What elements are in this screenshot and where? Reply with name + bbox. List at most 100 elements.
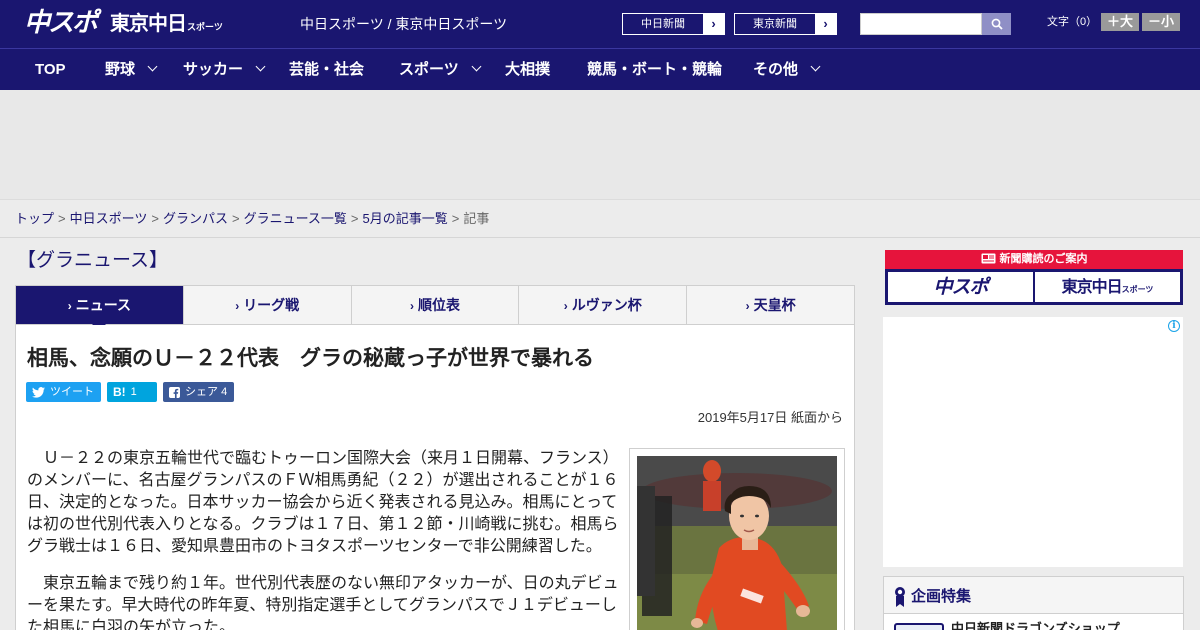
search-icon xyxy=(991,18,1003,30)
newspaper-icon xyxy=(981,253,995,264)
sidebar-ad[interactable]: i xyxy=(883,317,1183,567)
tab-league[interactable]: › リーグ戦 xyxy=(184,286,352,324)
article-text: Ｕ－２２の東京五輪世代で臨むトゥーロン国際大会（来月１日開幕、フランス）のメンバ… xyxy=(27,448,620,630)
chevron-right-icon: › xyxy=(815,14,836,34)
chunichi-shimbun-label: 中日新聞 xyxy=(641,18,685,30)
nav-item-sports[interactable]: スポーツ xyxy=(399,49,482,91)
nav-item-entertainment[interactable]: 芸能・社会 xyxy=(289,49,364,91)
ad-info-icon[interactable]: i xyxy=(1168,320,1180,332)
breadcrumb: トップ > 中日スポーツ > グランパス > グラニュース一覧 >5月の記事一覧 > 記事 xyxy=(0,200,1200,238)
tab-label: 天皇杯 xyxy=(753,297,796,313)
hatena-count: 1 xyxy=(130,386,137,398)
chevron-right-icon: › xyxy=(745,299,750,313)
section-title: 【グラニュース】 xyxy=(17,250,169,271)
subscribe-chuspo-logo[interactable]: 中スポ xyxy=(888,272,1033,302)
article-headline: 相馬、念願のＵ－２２代表 グラの秘蔵っ子が世界で暴れる xyxy=(27,347,594,370)
chevron-down-icon xyxy=(471,61,482,72)
facebook-icon xyxy=(169,386,180,398)
article-date: 2019年5月17日 紙面から xyxy=(697,410,843,425)
breadcrumb-separator: > xyxy=(151,211,159,226)
site-header: 中スポ 東京中日スポーツ 中日スポーツ / 東京中日スポーツ 中日新聞 › 東京… xyxy=(0,0,1200,48)
breadcrumb-separator: > xyxy=(451,211,460,226)
article-paragraph: 東京五輪まで残り約１年。世代別代表歴のない無印アタッカーが、日の丸デビューを果た… xyxy=(27,575,619,630)
tokyo-chunichi-logo-text: 東京中日 xyxy=(110,11,187,35)
share-count: 4 xyxy=(221,386,228,398)
nav-item-label: 芸能・社会 xyxy=(289,61,365,78)
feature-item[interactable]: 中日新聞ドラゴンズショップ xyxy=(884,613,1183,630)
font-larger-button[interactable]: ＋大 xyxy=(1101,13,1139,31)
facebook-share-button[interactable]: シェア 4 xyxy=(163,382,234,402)
twitter-bird-icon xyxy=(32,386,45,398)
nav-item-label: サッカー xyxy=(183,61,244,78)
feature-title-label: 企画特集 xyxy=(911,588,972,605)
player-photo-image xyxy=(637,456,837,630)
chevron-down-icon xyxy=(147,61,158,72)
search-input[interactable] xyxy=(860,13,982,35)
tokyo-chunichi-logo[interactable]: 東京中日スポーツ xyxy=(110,10,223,41)
breadcrumb-link-gra-news-list[interactable]: グラニュース一覧 xyxy=(244,211,347,226)
nav-item-racing[interactable]: 競馬・ボート・競輪 xyxy=(587,49,722,91)
nav-item-other[interactable]: その他 xyxy=(753,49,821,91)
share-label: シェア xyxy=(185,386,218,398)
hatena-bookmark-icon: B! xyxy=(113,385,126,399)
nav-item-soccer[interactable]: サッカー xyxy=(183,49,266,91)
subscribe-tokyo-chunichi-text: 東京中日 xyxy=(1061,277,1123,296)
chevron-right-icon: › xyxy=(67,299,72,313)
category-tabs: › ニュース › リーグ戦 › 順位表 › ルヴァン杯 › 天皇杯 xyxy=(15,285,855,331)
search-button[interactable] xyxy=(982,13,1011,35)
breadcrumb-link-may-articles[interactable]: 5月の記事一覧 xyxy=(363,211,448,226)
chevron-down-icon xyxy=(255,61,266,72)
feature-item-label: 中日新聞ドラゴンズショップ xyxy=(951,621,1120,630)
article-body: Ｕ－２２の東京五輪世代で臨むトゥーロン国際大会（来月１日開幕、フランス）のメンバ… xyxy=(15,437,855,630)
subscription-banner-title: 新聞購読のご案内 xyxy=(999,253,1088,265)
feature-box: 企画特集 中日新聞ドラゴンズショップ xyxy=(883,576,1184,630)
nav-item-label: 大相撲 xyxy=(505,61,551,78)
subscribe-tokyo-chunichi-sub: スポーツ xyxy=(1121,285,1154,294)
tweet-button[interactable]: ツイート xyxy=(26,382,101,402)
tab-label: リーグ戦 xyxy=(243,297,300,313)
nav-item-sumo[interactable]: 大相撲 xyxy=(505,49,550,91)
tab-label: ニュース xyxy=(75,297,132,313)
subscription-banner[interactable]: 新聞購読のご案内 中スポ 東京中日スポーツ xyxy=(885,250,1183,305)
subscribe-tokyo-chunichi-logo[interactable]: 東京中日スポーツ xyxy=(1035,272,1180,302)
tab-levain-cup[interactable]: › ルヴァン杯 xyxy=(519,286,688,324)
feature-item-thumbnail xyxy=(894,623,944,630)
breadcrumb-separator: > xyxy=(231,211,240,226)
breadcrumb-link-grampus[interactable]: グランパス xyxy=(163,211,228,226)
ribbon-icon xyxy=(895,587,905,607)
tweet-label: ツイート xyxy=(50,386,94,398)
chunichi-shimbun-button[interactable]: 中日新聞 › xyxy=(622,13,725,35)
tab-label: 順位表 xyxy=(417,297,460,313)
font-size-label: 文字（0） xyxy=(1047,16,1098,28)
top-ad-area xyxy=(0,90,1200,200)
tab-news[interactable]: › ニュース xyxy=(16,286,184,331)
chevron-down-icon xyxy=(810,61,821,72)
breadcrumb-current: 記事 xyxy=(463,211,490,226)
tokyo-chunichi-logo-sub: スポーツ xyxy=(187,23,223,33)
breadcrumb-separator: > xyxy=(58,211,66,226)
article-photo[interactable] xyxy=(637,456,837,630)
breadcrumb-link-top[interactable]: トップ xyxy=(15,211,54,226)
breadcrumb-link-chunichi-sports[interactable]: 中日スポーツ xyxy=(70,211,148,226)
main-nav: TOP 野球 サッカー 芸能・社会 スポーツ 大相撲 競馬・ボート・競輪 その他 xyxy=(0,48,1200,90)
hatena-bookmark-button[interactable]: B! 1 xyxy=(107,382,157,402)
chevron-right-icon: › xyxy=(563,299,568,313)
nav-item-label: その他 xyxy=(753,61,799,78)
tab-label: ルヴァン杯 xyxy=(571,297,642,313)
chevron-right-icon: › xyxy=(703,14,724,34)
subscription-banner-header: 新聞購読のご案内 xyxy=(885,250,1183,269)
sites-link[interactable]: 中日スポーツ / 東京中日スポーツ xyxy=(300,15,507,33)
font-smaller-button[interactable]: －小 xyxy=(1142,13,1180,31)
tab-standings[interactable]: › 順位表 xyxy=(352,286,520,324)
nav-item-baseball[interactable]: 野球 xyxy=(105,49,158,91)
tokyo-shimbun-button[interactable]: 東京新聞 › xyxy=(734,13,837,35)
nav-item-top[interactable]: TOP xyxy=(35,49,66,91)
chuspo-logo[interactable]: 中スポ xyxy=(24,8,98,38)
nav-item-label: 競馬・ボート・競輪 xyxy=(587,61,723,78)
feature-title: 企画特集 xyxy=(894,585,971,609)
chevron-right-icon: › xyxy=(409,299,414,313)
article-photo-frame[interactable] xyxy=(629,448,845,630)
breadcrumb-separator: > xyxy=(350,211,359,226)
tab-emperors-cup[interactable]: › 天皇杯 xyxy=(687,286,854,324)
nav-item-label: スポーツ xyxy=(399,61,459,78)
